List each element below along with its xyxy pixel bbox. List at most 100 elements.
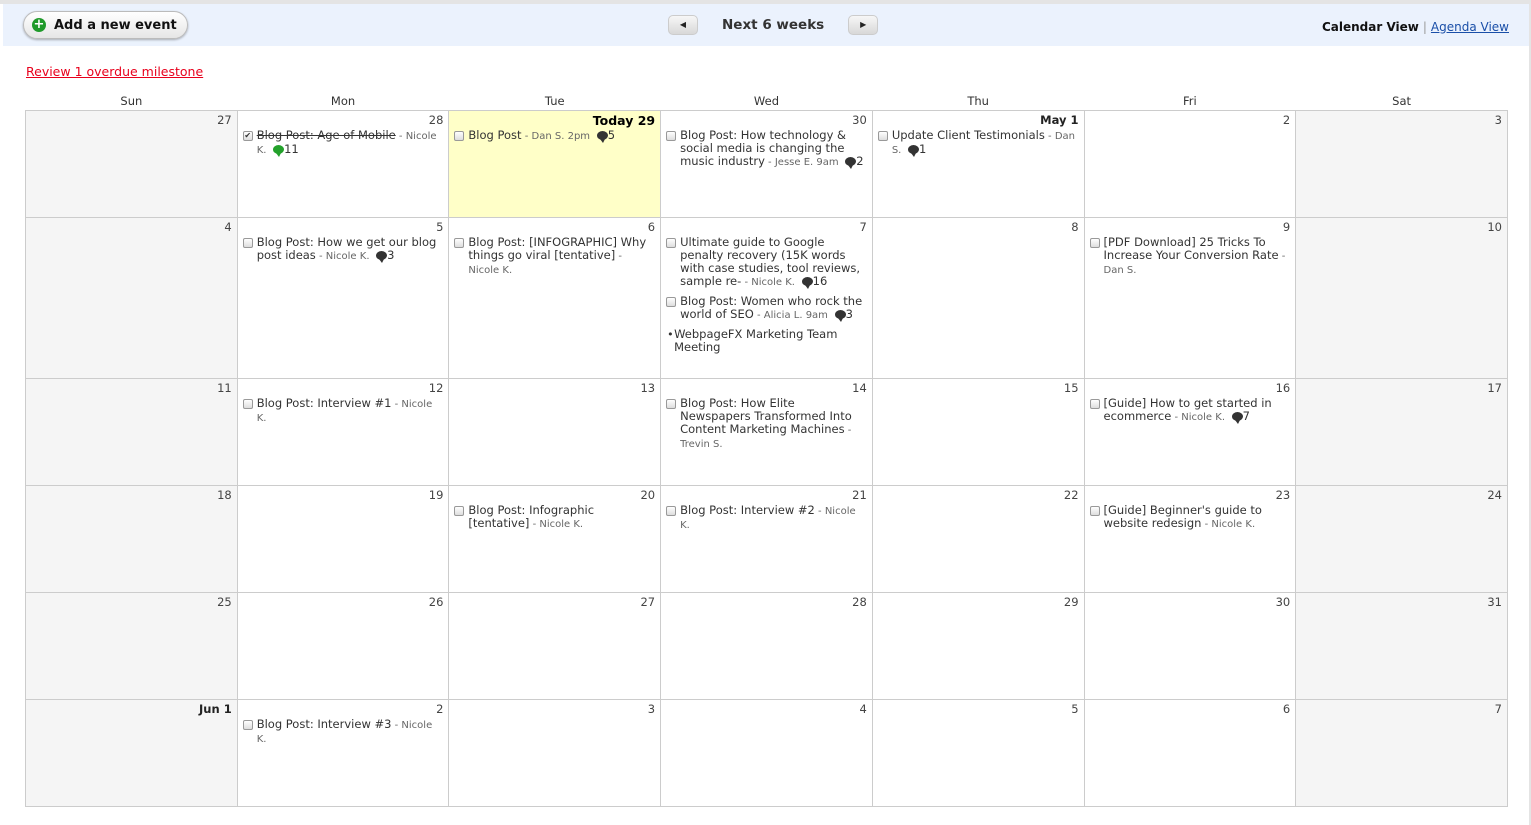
- day-cell[interactable]: 8: [871, 217, 1085, 379]
- day-cell[interactable]: 26: [236, 592, 450, 700]
- day-number: 24: [1487, 488, 1502, 502]
- next-range-button[interactable]: ▶: [848, 15, 879, 35]
- day-cell[interactable]: 15: [871, 378, 1085, 486]
- day-cell[interactable]: 31: [1295, 592, 1508, 700]
- day-cell[interactable]: 30 Blog Post: How technology & social med…: [660, 110, 873, 218]
- comment-bubble-icon: [273, 145, 285, 157]
- event-title[interactable]: Blog Post: Interview #1: [257, 396, 392, 410]
- day-cell[interactable]: May 1 Update Client Testimonials - Dan S.…: [871, 110, 1085, 218]
- event-title[interactable]: WebpageFX Marketing Team Meeting: [674, 327, 837, 354]
- day-cell[interactable]: 6 Blog Post: [INFOGRAPHIC] Why things go …: [448, 217, 662, 379]
- event-checkbox[interactable]: [242, 399, 253, 409]
- day-cell[interactable]: 7 Ultimate guide to Google penalty recove…: [660, 217, 873, 379]
- day-number: 2: [436, 702, 444, 716]
- day-cell[interactable]: 6: [1083, 699, 1297, 807]
- day-cell[interactable]: 16 [Guide] How to get started in ecommerc…: [1083, 378, 1297, 486]
- day-cell[interactable]: 28: [660, 592, 873, 700]
- day-cell[interactable]: 14 Blog Post: How Elite Newspapers Transf…: [660, 378, 873, 486]
- comment-bubble-icon: [801, 277, 813, 289]
- event-checkbox[interactable]: [454, 238, 465, 248]
- event-title[interactable]: Blog Post: Interview #3: [257, 717, 392, 731]
- event-checkbox[interactable]: [666, 399, 677, 409]
- agenda-view-link[interactable]: Agenda View: [1431, 20, 1509, 34]
- add-event-button[interactable]: + Add a new event: [23, 11, 188, 39]
- day-cell[interactable]: 4: [25, 217, 238, 379]
- day-cell[interactable]: 25: [25, 592, 238, 700]
- calendar-event: Blog Post: Interview #3 - Nicole K.: [242, 717, 444, 746]
- day-cell[interactable]: 21 Blog Post: Interview #2 - Nicole K.: [660, 485, 873, 593]
- event-time: 9am: [805, 310, 828, 321]
- event-checkbox[interactable]: ✔: [242, 131, 253, 141]
- day-cell[interactable]: 5 Blog Post: How we get our blog post ide…: [236, 217, 450, 379]
- event-title[interactable]: Blog Post: Age of Mobile: [257, 128, 396, 142]
- comment-bubble-icon: [596, 131, 608, 143]
- day-cell[interactable]: 19: [236, 485, 450, 593]
- day-cell[interactable]: 9 [PDF Download] 25 Tricks To Increase Yo…: [1083, 217, 1297, 379]
- comments-link[interactable]: 3: [373, 249, 395, 263]
- day-cell[interactable]: 27: [448, 592, 662, 700]
- day-cell[interactable]: 4: [660, 699, 873, 807]
- day-cell[interactable]: 27: [25, 110, 238, 218]
- day-cell[interactable]: 2: [1083, 110, 1297, 218]
- day-cell[interactable]: 3: [448, 699, 662, 807]
- event-checkbox[interactable]: [242, 238, 253, 248]
- event-checkbox[interactable]: [242, 720, 253, 730]
- event-checkbox[interactable]: [666, 131, 677, 141]
- event-author: Alicia L.: [763, 310, 803, 321]
- day-number: 3: [1494, 113, 1502, 127]
- event-checkbox[interactable]: [454, 506, 465, 516]
- day-cell[interactable]: 2 Blog Post: Interview #3 - Nicole K.: [236, 699, 450, 807]
- comments-link[interactable]: 3: [832, 308, 853, 322]
- weekday-header-tue: Tue: [544, 94, 565, 108]
- day-cell[interactable]: 11: [25, 378, 238, 486]
- event-title[interactable]: Blog Post: How Elite Newspapers Transfor…: [680, 396, 852, 436]
- day-number: 6: [1282, 702, 1291, 716]
- event-checkbox[interactable]: [666, 506, 677, 516]
- day-cell[interactable]: Today 29 Blog Post - Dan S. 2pm 5: [448, 110, 662, 218]
- overdue-milestone-link[interactable]: Review 1 overdue milestone: [26, 64, 203, 79]
- event-checkbox[interactable]: [454, 131, 465, 141]
- day-cell[interactable]: Jun 1: [25, 699, 238, 807]
- comments-link[interactable]: 2: [842, 155, 864, 169]
- event-title[interactable]: Blog Post: Interview #2: [680, 503, 815, 517]
- day-cell[interactable]: 10: [1295, 217, 1508, 379]
- event-checkbox[interactable]: [666, 238, 677, 248]
- day-cell[interactable]: 30: [1083, 592, 1297, 700]
- event-checkbox[interactable]: [1089, 399, 1100, 409]
- day-cell[interactable]: 20 Blog Post: Infographic [tentative] - N…: [448, 485, 662, 593]
- comments-link[interactable]: 16: [799, 275, 827, 289]
- event-checkbox[interactable]: [1089, 506, 1100, 516]
- comments-link[interactable]: 11: [270, 143, 299, 157]
- event-title[interactable]: Update Client Testimonials: [892, 128, 1045, 142]
- day-cell[interactable]: 5: [871, 699, 1085, 807]
- day-cell[interactable]: 3: [1295, 110, 1508, 218]
- comments-link[interactable]: 1: [905, 142, 927, 157]
- comments-link[interactable]: 7: [1229, 410, 1250, 424]
- event-checkbox[interactable]: [877, 131, 888, 141]
- event-checkbox[interactable]: [666, 297, 677, 307]
- day-number: 28: [428, 113, 444, 127]
- triangle-left-icon: ◀: [679, 20, 687, 29]
- comment-count: 1: [919, 142, 927, 156]
- day-cell[interactable]: 24: [1295, 485, 1508, 593]
- bullet-icon: •: [667, 328, 674, 341]
- day-cell[interactable]: 17: [1295, 378, 1508, 486]
- day-cell[interactable]: 29: [871, 592, 1085, 700]
- event-title[interactable]: Blog Post: [468, 128, 521, 142]
- day-cell[interactable]: 18: [25, 485, 238, 593]
- event-title[interactable]: [PDF Download] 25 Tricks To Increase You…: [1104, 235, 1279, 262]
- day-cell[interactable]: 22: [871, 485, 1085, 593]
- day-cell[interactable]: 7: [1295, 699, 1508, 807]
- event-author: Jesse E.: [774, 157, 814, 168]
- calendar-event: [Guide] How to get started in ecommerce …: [1089, 397, 1291, 424]
- day-cell[interactable]: 23 [Guide] Beginner's guide to website re…: [1083, 485, 1297, 593]
- day-cell[interactable]: 12 Blog Post: Interview #1 - Nicole K.: [236, 378, 450, 486]
- day-number: 6: [647, 220, 656, 234]
- day-cell[interactable]: 28 ✔ Blog Post: Age of Mobile - Nicole K. …: [236, 110, 450, 218]
- weekday-header-fri: Fri: [1183, 94, 1197, 108]
- day-cell[interactable]: 13: [448, 378, 662, 486]
- comments-link[interactable]: 5: [594, 129, 615, 143]
- day-number: 7: [859, 220, 867, 234]
- event-checkbox[interactable]: [1089, 238, 1100, 248]
- prev-range-button[interactable]: ◀: [668, 15, 698, 35]
